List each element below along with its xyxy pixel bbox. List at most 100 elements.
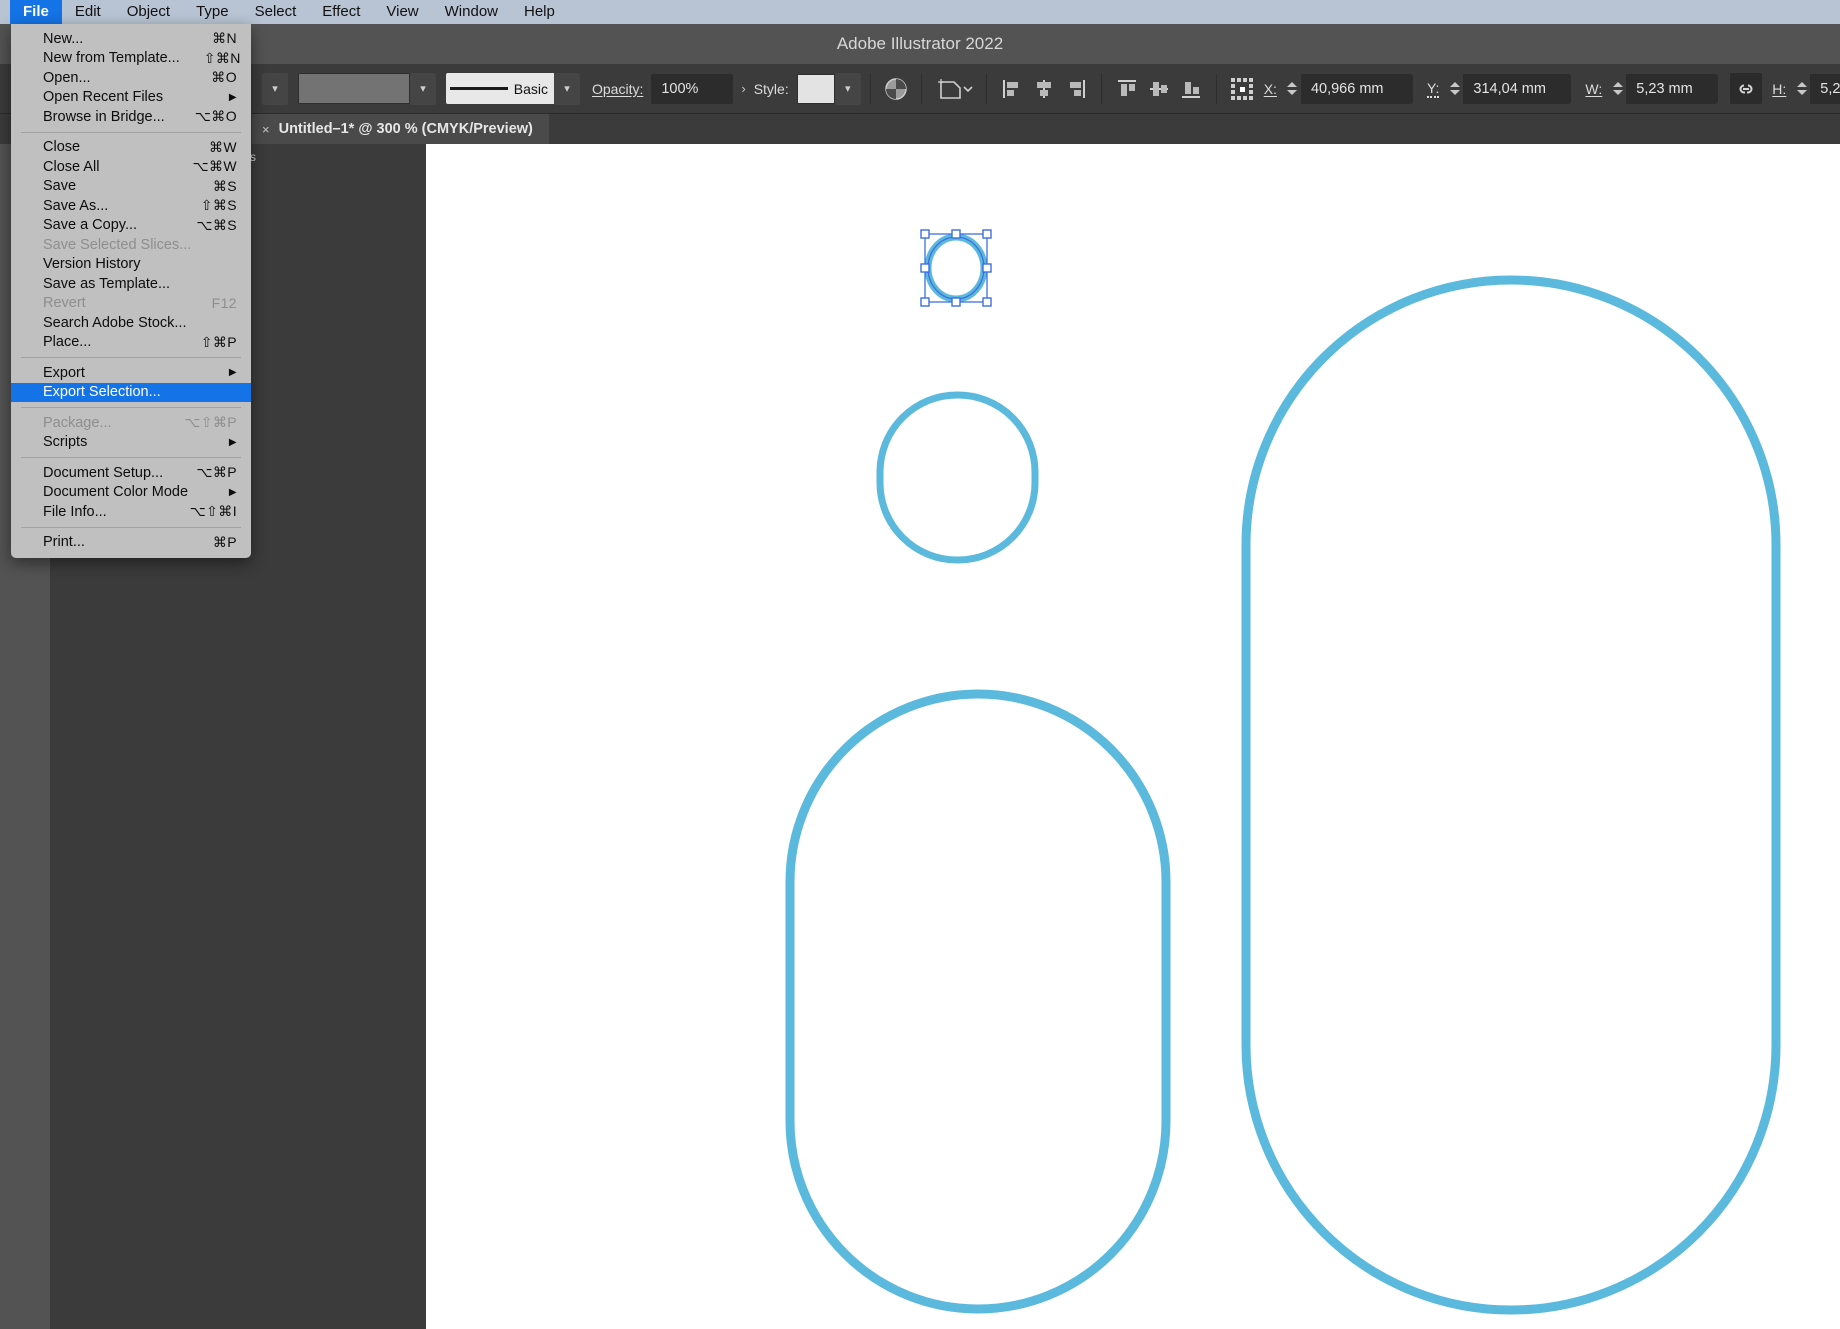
height-stepper[interactable]: 5,23 mm bbox=[1793, 73, 1840, 104]
menu-item-label: Close All bbox=[43, 158, 100, 175]
style-swatch[interactable] bbox=[796, 73, 835, 104]
menu-item-label: Open... bbox=[43, 69, 91, 86]
menu-item-save-a-copy[interactable]: Save a Copy... ⌥⌘S bbox=[11, 216, 251, 236]
close-icon[interactable]: × bbox=[262, 122, 270, 137]
menu-item-label: Save As... bbox=[43, 197, 109, 214]
width-label[interactable]: W: bbox=[1585, 81, 1602, 97]
menu-item-save-as-template[interactable]: Save as Template... bbox=[11, 274, 251, 294]
control-options-bar: ▾ ▾ Basic ▾ Opacity: 100% › Style: ▾ X: … bbox=[0, 64, 1840, 114]
menubar-item-window[interactable]: Window bbox=[432, 0, 511, 24]
menu-item-open-recent-files[interactable]: Open Recent Files ▶ bbox=[11, 88, 251, 108]
menubar-item-edit[interactable]: Edit bbox=[62, 0, 114, 24]
submenu-arrow-icon: ▶ bbox=[228, 486, 237, 498]
menu-item-place[interactable]: Place... ⇧⌘P bbox=[11, 333, 251, 353]
menubar-item-select[interactable]: Select bbox=[242, 0, 310, 24]
opacity-label[interactable]: Opacity: bbox=[592, 81, 643, 97]
menu-item-search-adobe-stock[interactable]: Search Adobe Stock... bbox=[11, 313, 251, 333]
transform-shape-icon[interactable] bbox=[931, 73, 977, 105]
menu-item-version-history[interactable]: Version History bbox=[11, 255, 251, 275]
opacity-mask-icon[interactable] bbox=[880, 73, 912, 105]
menu-item-document-color-mode[interactable]: Document Color Mode ▶ bbox=[11, 483, 251, 503]
menu-item-close[interactable]: Close ⌘W bbox=[11, 138, 251, 158]
file-dropdown-menu[interactable]: New... ⌘N New from Template... ⇧⌘N Open... ⌘O… bbox=[11, 24, 251, 558]
width-stepper[interactable]: 5,23 mm bbox=[1609, 73, 1719, 104]
menu-item-browse-in-bridge[interactable]: Browse in Bridge... ⌥⌘O bbox=[11, 107, 251, 127]
menu-separator bbox=[21, 457, 241, 458]
menubar-item-effect[interactable]: Effect bbox=[309, 0, 373, 24]
document-tab-title: Untitled–1* @ 300 % (CMYK/Preview) bbox=[278, 121, 533, 137]
document-tab[interactable]: × Untitled–1* @ 300 % (CMYK/Preview) bbox=[252, 114, 549, 144]
x-coordinate-input[interactable]: 40,966 mm bbox=[1300, 73, 1413, 104]
width-stepper-arrows[interactable] bbox=[1609, 73, 1627, 104]
x-coordinate-label[interactable]: X: bbox=[1264, 81, 1277, 97]
menu-item-file-info[interactable]: File Info... ⌥⇧⌘I bbox=[11, 502, 251, 522]
stroke-swatch-dropdown-icon[interactable]: ▾ bbox=[410, 72, 436, 105]
stroke-swatch[interactable] bbox=[298, 73, 410, 104]
y-coordinate-stepper[interactable]: 314,04 mm bbox=[1446, 73, 1572, 104]
menubar-item-object[interactable]: Object bbox=[114, 0, 183, 24]
stroke-profile-dropdown-icon[interactable]: ▾ bbox=[554, 72, 580, 105]
align-center-vertical-icon[interactable] bbox=[1143, 73, 1175, 105]
menu-item-close-all[interactable]: Close All ⌥⌘W bbox=[11, 157, 251, 177]
menu-item-label: New... bbox=[43, 30, 84, 47]
y-coordinate-label[interactable]: Y: bbox=[1426, 80, 1440, 98]
height-input[interactable]: 5,23 mm bbox=[1810, 73, 1840, 104]
menu-item-save-as[interactable]: Save As... ⇧⌘S bbox=[11, 196, 251, 216]
small-rounded-shape[interactable] bbox=[876, 391, 1039, 564]
medium-capsule-shape[interactable] bbox=[785, 689, 1171, 1314]
menu-item-shortcut: ⌥⌘W bbox=[192, 158, 237, 175]
menu-bar: File Edit Object Type Select Effect View Window… bbox=[0, 0, 1840, 24]
menu-item-document-setup[interactable]: Document Setup... ⌥⌘P bbox=[11, 463, 251, 483]
align-top-icon[interactable] bbox=[1111, 73, 1143, 105]
menu-item-export[interactable]: Export ▶ bbox=[11, 363, 251, 383]
menu-item-label: File Info... bbox=[43, 503, 107, 520]
style-dropdown-icon[interactable]: ▾ bbox=[834, 72, 861, 105]
align-bottom-icon[interactable] bbox=[1175, 73, 1207, 105]
menu-item-new[interactable]: New... ⌘N bbox=[11, 29, 251, 49]
opacity-input[interactable]: 100% bbox=[651, 73, 734, 104]
menubar-item-type[interactable]: Type bbox=[183, 0, 242, 24]
height-label[interactable]: H: bbox=[1772, 81, 1786, 97]
y-stepper-arrows[interactable] bbox=[1446, 73, 1464, 104]
menu-item-print[interactable]: Print... ⌘P bbox=[11, 533, 251, 553]
menubar-item-file[interactable]: File bbox=[10, 0, 62, 24]
opacity-flyout-icon[interactable]: › bbox=[733, 81, 753, 96]
menu-item-label: Browse in Bridge... bbox=[43, 108, 165, 125]
height-stepper-arrows[interactable] bbox=[1793, 73, 1811, 104]
y-coordinate-input[interactable]: 314,04 mm bbox=[1463, 73, 1572, 104]
menu-item-export-selection[interactable]: Export Selection... bbox=[11, 382, 251, 402]
menu-separator bbox=[21, 407, 241, 408]
menu-item-save[interactable]: Save ⌘S bbox=[11, 177, 251, 197]
menu-item-shortcut: ⌘S bbox=[212, 177, 237, 194]
reference-point-grid-icon[interactable] bbox=[1226, 73, 1258, 105]
artboard-canvas[interactable] bbox=[426, 144, 1840, 1329]
menu-item-label: Revert bbox=[43, 295, 86, 312]
menu-item-shortcut: ⌘W bbox=[208, 138, 237, 155]
illustrator-window: rs Adobe Illustrator 2022 ▾ ▾ Basic ▾ Op… bbox=[0, 0, 1840, 1329]
menu-separator bbox=[21, 357, 241, 358]
menu-item-new-from-template[interactable]: New from Template... ⇧⌘N bbox=[11, 49, 251, 69]
menu-item-label: Version History bbox=[43, 256, 141, 273]
link-dimensions-icon[interactable] bbox=[1730, 73, 1763, 104]
large-capsule-shape[interactable] bbox=[1241, 275, 1781, 1315]
menubar-item-view[interactable]: View bbox=[373, 0, 431, 24]
divider bbox=[869, 73, 871, 104]
align-right-icon[interactable] bbox=[1060, 73, 1092, 105]
menu-item-open[interactable]: Open... ⌘O bbox=[11, 68, 251, 88]
menu-item-label: Export bbox=[43, 364, 85, 381]
align-left-icon[interactable] bbox=[996, 73, 1028, 105]
x-stepper-arrows[interactable] bbox=[1283, 73, 1301, 104]
menu-item-scripts[interactable]: Scripts ▶ bbox=[11, 433, 251, 453]
menu-item-label: Close bbox=[43, 139, 81, 156]
align-center-horizontal-icon[interactable] bbox=[1028, 73, 1060, 105]
menubar-item-help[interactable]: Help bbox=[511, 0, 568, 24]
menu-item-label: Open Recent Files bbox=[43, 89, 164, 106]
fill-swatch-dropdown-icon[interactable]: ▾ bbox=[262, 72, 288, 105]
menu-item-label: Package... bbox=[43, 414, 112, 431]
stroke-profile-swatch[interactable]: Basic bbox=[446, 73, 554, 104]
menu-item-shortcut: ⌥⌘P bbox=[196, 464, 237, 481]
menu-item-shortcut: ⌘N bbox=[212, 30, 237, 47]
x-coordinate-stepper[interactable]: 40,966 mm bbox=[1283, 73, 1413, 104]
width-input[interactable]: 5,23 mm bbox=[1626, 73, 1719, 104]
menu-item-label: Document Setup... bbox=[43, 464, 164, 481]
